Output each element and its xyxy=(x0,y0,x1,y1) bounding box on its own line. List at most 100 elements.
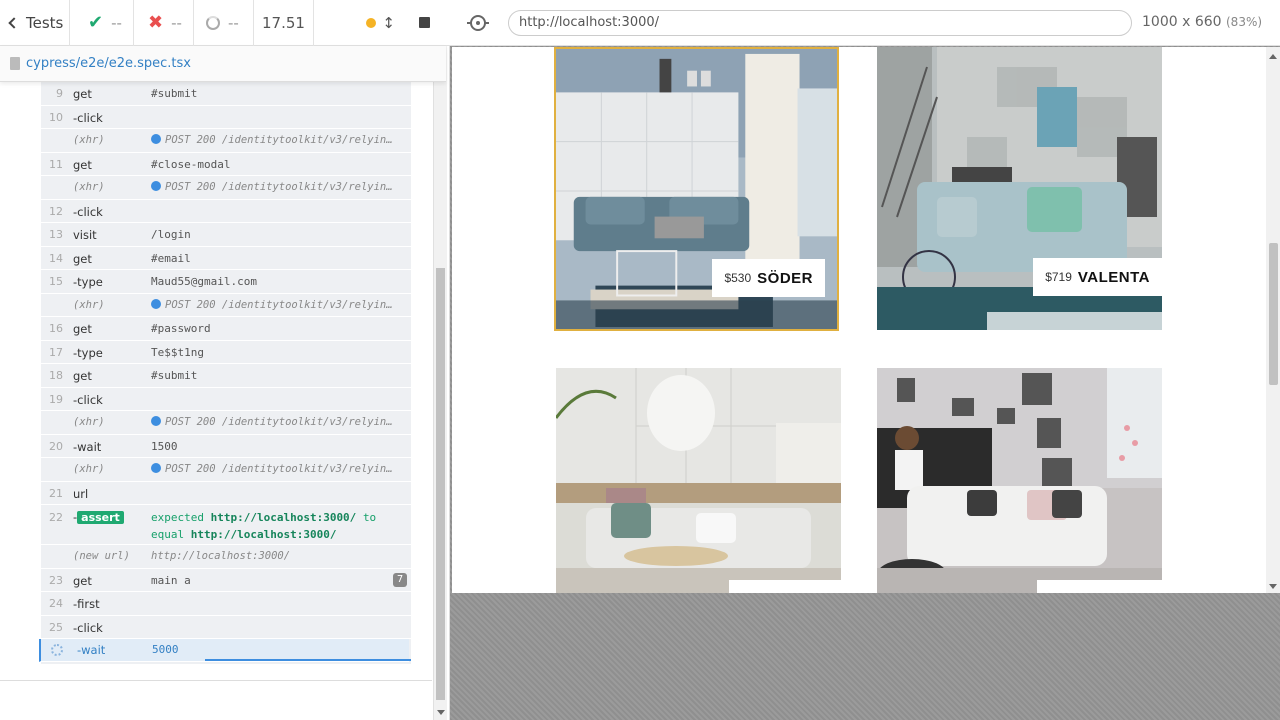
command-name: url xyxy=(73,486,89,501)
stop-icon[interactable] xyxy=(419,17,430,28)
app-scrollbar[interactable] xyxy=(1266,47,1280,593)
command-row[interactable]: 18 get #submit xyxy=(41,364,411,388)
tests-back-button[interactable]: Tests xyxy=(0,0,70,46)
xhr-status-dot-icon xyxy=(151,463,161,473)
command-number: 19 xyxy=(49,392,63,406)
loading-spinner-icon xyxy=(51,644,63,656)
xhr-text: POST 200 /identitytoolkit/v3/relyin… xyxy=(165,298,393,311)
product-card-soder[interactable]: $530 SÖDER xyxy=(554,47,839,331)
command-event-row[interactable]: (new url) http://localhost:3000/ xyxy=(41,545,411,569)
assert-badge: assert xyxy=(77,511,124,524)
command-row[interactable]: 20 -wait 1500 xyxy=(41,435,411,458)
command-number: 10 xyxy=(49,110,63,124)
command-row[interactable]: 10 -click xyxy=(41,106,411,129)
command-row[interactable]: 25 -click xyxy=(41,616,411,639)
pending-count: -- xyxy=(194,0,254,46)
command-row[interactable]: 23 get main a 7 xyxy=(41,569,411,592)
command-message: #password xyxy=(151,322,211,335)
command-message: POST 200 /identitytoolkit/v3/relyin… xyxy=(151,134,393,146)
command-number: 21 xyxy=(49,486,63,500)
command-number: 11 xyxy=(49,157,63,171)
command-row[interactable]: 17 -type Te$$t1ng xyxy=(41,341,411,364)
product-name: VALENTA xyxy=(1077,268,1150,286)
run-controls: ↕ xyxy=(314,14,450,32)
command-number: 15 xyxy=(49,275,63,288)
command-message: #email xyxy=(151,251,191,265)
command-name: -click xyxy=(73,392,103,407)
product-card-4[interactable] xyxy=(877,368,1162,593)
command-row[interactable]: 14 get #email xyxy=(41,247,411,270)
xhr-status-dot-icon xyxy=(151,416,161,426)
price-tag-cutoff xyxy=(729,580,841,593)
auto-scroll-dot-icon[interactable] xyxy=(366,17,377,28)
command-event-row[interactable]: (xhr) POST 200 /identitytoolkit/v3/relyin… xyxy=(41,411,411,435)
scrollbar-thumb[interactable] xyxy=(436,268,445,700)
command-message: #submit xyxy=(151,87,198,100)
command-row[interactable]: 21 url xyxy=(41,482,411,505)
viewport-dimensions: 1000 x 660 xyxy=(1142,14,1222,30)
command-message: main a xyxy=(151,573,191,587)
reporter-scrollbar[interactable] xyxy=(433,46,447,720)
selector-playground-icon[interactable] xyxy=(467,15,489,31)
product-image xyxy=(877,368,1162,593)
product-price: $530 xyxy=(724,271,752,285)
product-price: $719 xyxy=(1045,270,1072,284)
app-under-test-pane: http://localhost:3000/ 1000 x 660 (83%) xyxy=(450,0,1280,720)
command-number: 14 xyxy=(49,251,63,265)
command-number: 13 xyxy=(49,228,63,241)
command-event-row[interactable]: (xhr) POST 200 /identitytoolkit/v3/relyin… xyxy=(41,458,411,482)
command-row[interactable]: 15 -type Maud55@gmail.com xyxy=(41,270,411,294)
command-message: /login xyxy=(151,228,191,241)
assert-word: expected xyxy=(151,511,204,524)
command-name: (new url) xyxy=(73,550,130,562)
command-name: - assert xyxy=(73,510,124,524)
command-message: #submit xyxy=(151,369,198,382)
element-count-badge: 7 xyxy=(393,572,407,587)
product-image xyxy=(556,368,841,593)
passed-value: -- xyxy=(111,13,122,32)
command-message: POST 200 /identitytoolkit/v3/relyin… xyxy=(151,181,393,193)
pending-value: -- xyxy=(228,13,239,32)
assert-word: to xyxy=(362,511,377,524)
scroll-up-arrow-icon[interactable] xyxy=(1269,54,1277,59)
product-card-3[interactable] xyxy=(556,368,841,593)
command-row[interactable]: 12 -click xyxy=(41,200,411,223)
command-number: 23 xyxy=(49,573,63,587)
scroll-down-arrow-icon[interactable] xyxy=(1269,584,1277,589)
command-name: (xhr) xyxy=(73,463,105,475)
spec-file-bar: cypress/e2e/e2e.spec.tsx xyxy=(0,46,446,82)
spec-path-link[interactable]: cypress/e2e/e2e.spec.tsx xyxy=(26,56,191,71)
command-event-row[interactable]: (xhr) POST 200 /identitytoolkit/v3/relyin… xyxy=(41,176,411,200)
command-message: POST 200 /identitytoolkit/v3/relyin… xyxy=(151,463,393,475)
command-row[interactable]: 13 visit/login xyxy=(41,223,411,247)
command-event-row[interactable]: (xhr) POST 200 /identitytoolkit/v3/relyin… xyxy=(41,294,411,317)
command-name: visit xyxy=(73,228,97,242)
url-input[interactable]: http://localhost:3000/ xyxy=(508,10,1132,36)
check-icon: ✔ xyxy=(88,12,104,33)
failed-value: -- xyxy=(171,13,182,32)
command-name: -type xyxy=(73,275,103,289)
command-row[interactable]: 24 -first xyxy=(41,592,411,616)
command-row[interactable]: 19 -click xyxy=(41,388,411,411)
command-name: -click xyxy=(73,204,103,219)
command-log-panel: Tests ✔ -- ✖ -- -- 17.51 ↕ cypress/e2e/e… xyxy=(0,0,450,720)
command-message: POST 200 /identitytoolkit/v3/relyin… xyxy=(151,298,393,311)
command-number: 9 xyxy=(56,87,63,100)
assert-message: expected http://localhost:3000/ to xyxy=(151,511,376,524)
auto-scroll-arrows-icon[interactable]: ↕ xyxy=(382,14,395,32)
assert-row[interactable]: 22 - assert expected http://localhost:3000/… xyxy=(41,505,411,545)
command-name: -wait xyxy=(77,643,106,657)
command-event-row[interactable]: (xhr) POST 200 /identitytoolkit/v3/relyin… xyxy=(41,129,411,153)
command-row[interactable]: 9 get #submit xyxy=(41,82,411,106)
command-number: 18 xyxy=(49,369,63,382)
command-list: 9 get #submit 10 -click (xhr) POST 200 /identi… xyxy=(39,82,411,664)
scroll-down-arrow-icon[interactable] xyxy=(437,710,445,715)
command-row[interactable]: 16 get #password xyxy=(41,317,411,341)
command-message: #close-modal xyxy=(151,157,231,171)
assert-message-line2: equal http://localhost:3000/ xyxy=(151,528,336,541)
product-card-valenta[interactable]: $719 VALENTA xyxy=(877,47,1162,330)
scrollbar-thumb[interactable] xyxy=(1269,243,1278,385)
active-command-row[interactable]: -wait 5000 xyxy=(39,639,411,662)
command-name: get xyxy=(73,251,92,266)
command-row[interactable]: 11 get #close-modal xyxy=(41,153,411,176)
